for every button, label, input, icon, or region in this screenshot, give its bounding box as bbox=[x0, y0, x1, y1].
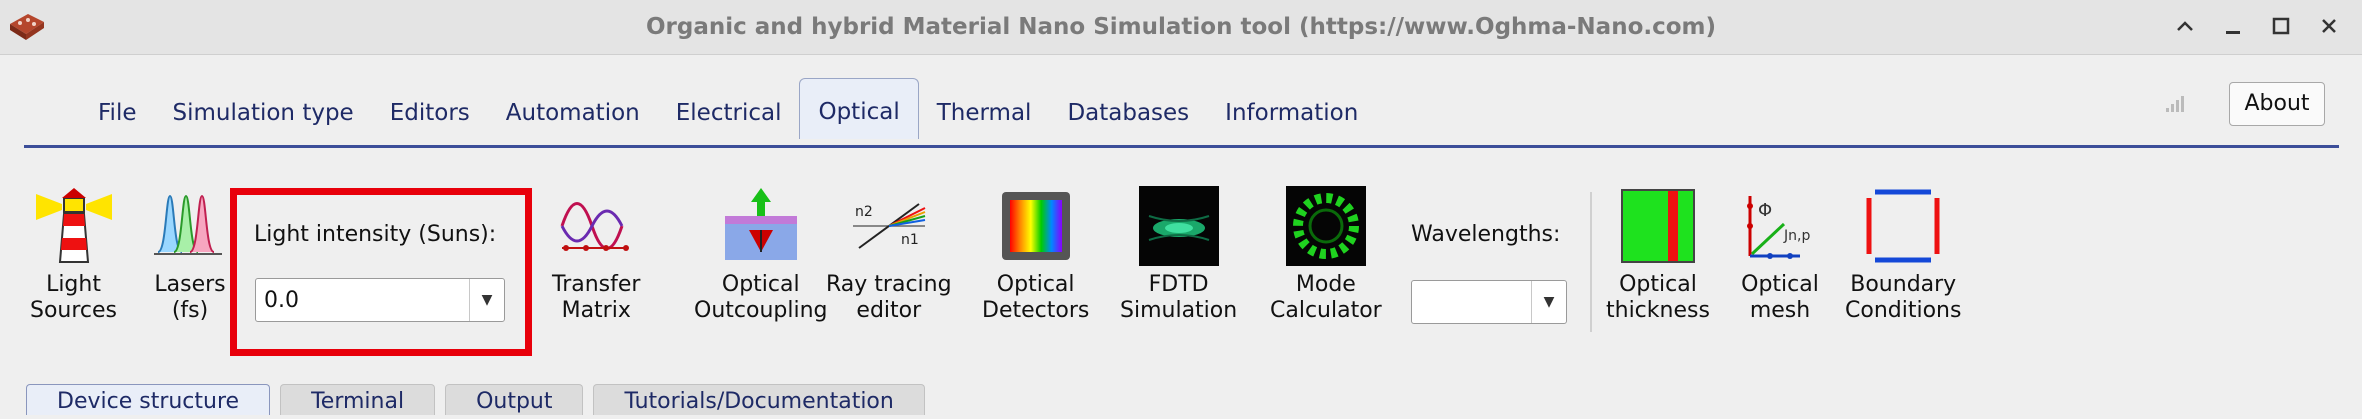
light-sources-button[interactable]: Light Sources bbox=[30, 186, 117, 324]
optical-thickness-label: Optical thickness bbox=[1606, 272, 1710, 323]
mode-ring-icon bbox=[1285, 186, 1366, 266]
lighthouse-icon bbox=[34, 186, 114, 266]
transfer-matrix-icon bbox=[556, 186, 636, 266]
transfer-matrix-label: Transfer Matrix bbox=[552, 272, 641, 323]
wavelengths-label: Wavelengths: bbox=[1411, 222, 1561, 247]
ray-icon-n2-text: n2 bbox=[855, 204, 873, 220]
optical-mesh-button[interactable]: Φ Jn,p Optical mesh bbox=[1740, 186, 1820, 324]
highlight-box bbox=[230, 188, 532, 356]
title-bar: Organic and hybrid Material Nano Simulat… bbox=[0, 0, 2362, 55]
outcoupling-icon bbox=[721, 186, 801, 266]
optical-detectors-label: Optical Detectors bbox=[982, 272, 1090, 323]
ray-icon-n1-text: n1 bbox=[901, 232, 919, 248]
ray-tracing-button[interactable]: n2 n1 Ray tracing editor bbox=[826, 186, 952, 324]
tab-electrical[interactable]: Electrical bbox=[658, 87, 800, 139]
optical-detectors-button[interactable]: Optical Detectors bbox=[982, 186, 1089, 324]
signal-icon bbox=[2166, 96, 2184, 112]
tab-tutorials-documentation[interactable]: Tutorials/Documentation bbox=[593, 384, 925, 415]
toolbar-separator bbox=[1590, 192, 1592, 332]
tab-file[interactable]: File bbox=[80, 87, 155, 139]
light-intensity-value: 0.0 bbox=[264, 287, 299, 313]
boundary-conditions-button[interactable]: Boundary Conditions bbox=[1845, 186, 1961, 324]
fdtd-simulation-button[interactable]: FDTD Simulation bbox=[1120, 186, 1237, 324]
ray-tracing-icon: n2 n1 bbox=[849, 186, 929, 266]
tab-optical[interactable]: Optical bbox=[799, 78, 919, 139]
lasers-label: Lasers (fs) bbox=[154, 272, 226, 323]
mesh-icon-phi-text: Φ bbox=[1758, 200, 1772, 221]
chevron-down-icon[interactable]: ▼ bbox=[469, 279, 504, 321]
tab-information[interactable]: Information bbox=[1207, 87, 1376, 139]
ray-tracing-label: Ray tracing editor bbox=[826, 272, 952, 323]
boundary-conditions-label: Boundary Conditions bbox=[1845, 272, 1962, 323]
tab-output[interactable]: Output bbox=[445, 384, 584, 415]
optical-mesh-label: Optical mesh bbox=[1741, 272, 1819, 323]
detector-rainbow-icon bbox=[996, 186, 1076, 266]
lasers-button[interactable]: Lasers (fs) bbox=[150, 186, 230, 324]
transfer-matrix-button[interactable]: Transfer Matrix bbox=[552, 186, 640, 324]
boundary-box-icon bbox=[1863, 186, 1943, 266]
light-intensity-combo[interactable]: 0.0 ▼ bbox=[255, 278, 505, 322]
optical-outcoupling-button[interactable]: Optical Outcoupling bbox=[694, 186, 827, 324]
optical-thickness-button[interactable]: Optical thickness bbox=[1606, 186, 1710, 324]
bottom-tab-bar: Device structure Terminal Output Tutoria… bbox=[26, 384, 925, 415]
tab-simulation-type[interactable]: Simulation type bbox=[155, 87, 372, 139]
wavelengths-combo[interactable]: ▼ bbox=[1411, 280, 1567, 324]
mesh-icon-j-text: Jn,p bbox=[1783, 228, 1810, 244]
optical-thickness-icon bbox=[1618, 186, 1698, 266]
close-icon[interactable] bbox=[2316, 12, 2342, 40]
light-intensity-label: Light intensity (Suns): bbox=[254, 222, 497, 247]
tab-automation[interactable]: Automation bbox=[488, 87, 658, 139]
fdtd-icon bbox=[1138, 186, 1219, 266]
optical-mesh-icon: Φ Jn,p bbox=[1740, 186, 1820, 266]
laser-peaks-icon bbox=[150, 186, 230, 266]
tab-databases[interactable]: Databases bbox=[1049, 87, 1207, 139]
maximize-icon[interactable] bbox=[2268, 12, 2294, 40]
tab-editors[interactable]: Editors bbox=[372, 87, 488, 139]
mode-calculator-label: Mode Calculator bbox=[1270, 272, 1382, 323]
window-title: Organic and hybrid Material Nano Simulat… bbox=[645, 14, 1717, 40]
chevron-down-icon[interactable]: ▼ bbox=[1531, 281, 1566, 323]
tab-terminal[interactable]: Terminal bbox=[280, 384, 436, 415]
mode-calculator-button[interactable]: Mode Calculator bbox=[1270, 186, 1382, 324]
window-shade-icon[interactable] bbox=[2172, 12, 2198, 40]
ribbon-tab-bar: File Simulation type Editors Automation … bbox=[0, 54, 2362, 150]
tab-device-structure[interactable]: Device structure bbox=[26, 384, 271, 415]
minimize-icon[interactable] bbox=[2220, 12, 2246, 40]
fdtd-label: FDTD Simulation bbox=[1120, 272, 1238, 323]
tab-thermal[interactable]: Thermal bbox=[919, 87, 1050, 139]
optical-outcoupling-label: Optical Outcoupling bbox=[694, 272, 828, 323]
light-sources-label: Light Sources bbox=[30, 272, 118, 323]
tab-underline bbox=[24, 145, 2339, 148]
about-button[interactable]: About bbox=[2229, 82, 2325, 126]
